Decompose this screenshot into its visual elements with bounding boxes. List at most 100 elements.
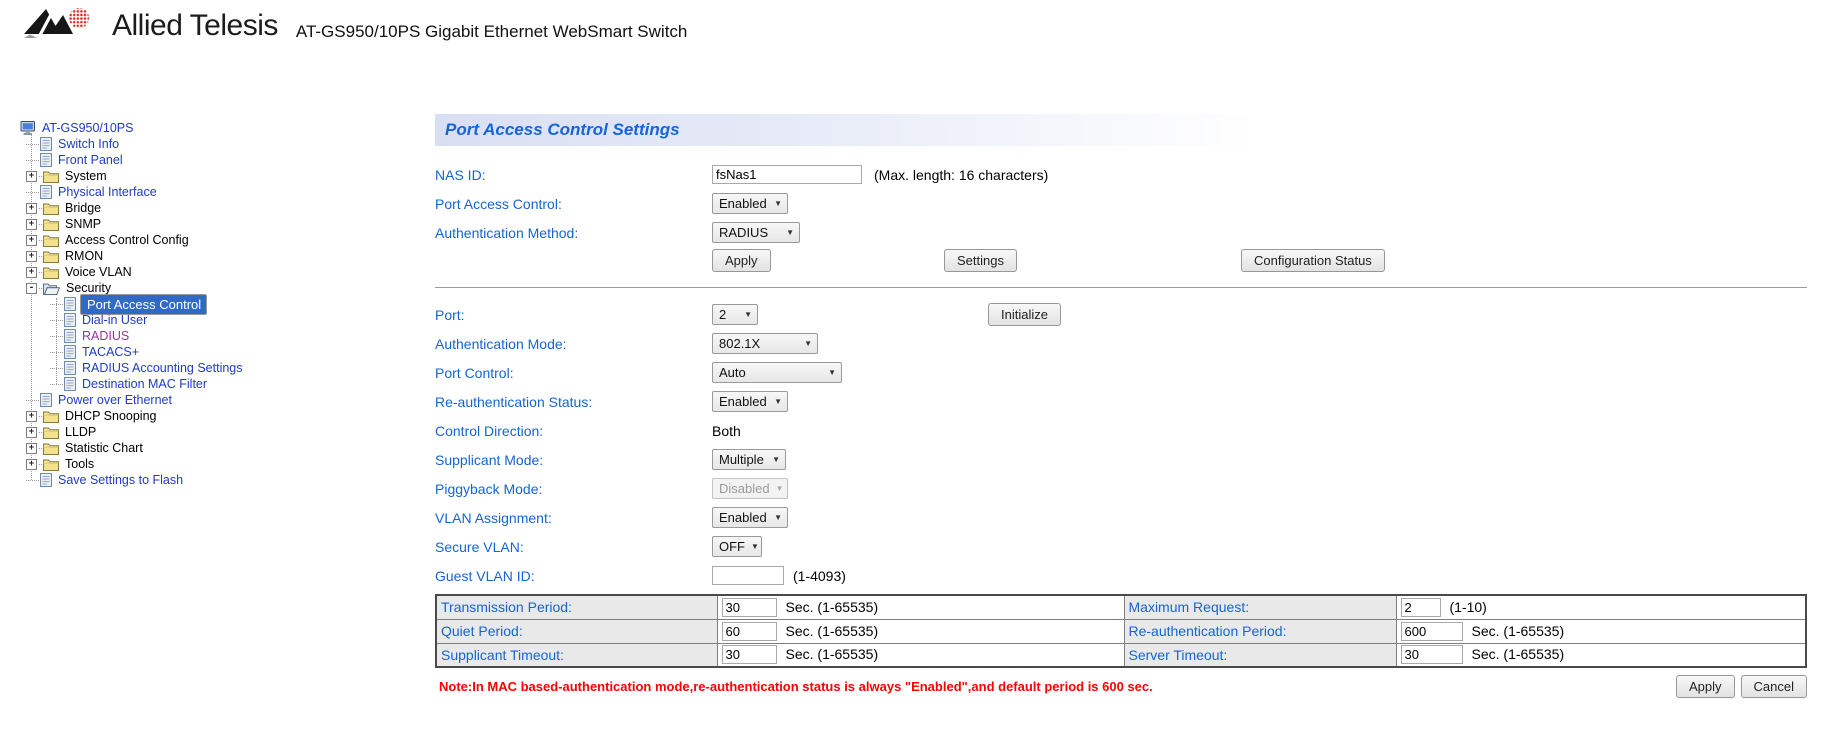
page-title: Port Access Control Settings [445,120,680,140]
supplicant-mode-select[interactable]: Multiple ▼ [712,449,786,470]
tree-item-tacacs-[interactable]: TACACS+ [80,345,141,359]
tree-item-system[interactable]: System [63,169,109,183]
page-icon [40,153,52,167]
page-title-bar: Port Access Control Settings [435,114,1807,146]
chevron-down-icon: ▼ [751,542,759,551]
tree-row: + Tools [10,456,245,472]
tree-row: Destination MAC Filter [10,376,245,392]
port-control-select[interactable]: Auto ▼ [712,362,842,383]
server-timeout-cell: Sec. (1-65535) [1396,643,1806,667]
tree-item-tools[interactable]: Tools [63,457,96,471]
footer-row: Note:In MAC based-authentication mode,re… [435,675,1807,698]
tree-item-radius-accounting-settings[interactable]: RADIUS Accounting Settings [80,361,245,375]
tree-item-destination-mac-filter[interactable]: Destination MAC Filter [80,377,209,391]
piggyback-mode-row: Piggyback Mode: Disabled ▼ [435,474,1807,503]
tree-row: + SNMP [10,216,245,232]
tree-item-radius[interactable]: RADIUS [80,329,131,343]
secure-vlan-label: Secure VLAN: [435,539,712,555]
select-value: Enabled [719,394,767,409]
nas-id-input[interactable] [712,165,862,184]
tree-row: RADIUS Accounting Settings [10,360,245,376]
tree-connector [50,304,63,305]
auth-method-select[interactable]: RADIUS ▼ [712,222,800,243]
settings-button[interactable]: Settings [944,249,1017,272]
folder-icon [43,266,59,279]
port-select[interactable]: 2 ▼ [712,304,758,325]
cancel-button[interactable]: Cancel [1741,675,1807,698]
table-row: Supplicant Timeout: Sec. (1-65535) Serve… [436,643,1806,667]
tree-item-dhcp-snooping[interactable]: DHCP Snooping [63,409,159,423]
expand-icon[interactable]: + [26,251,37,262]
tree-item-dial-in-user[interactable]: Dial-in User [80,313,149,327]
allied-telesis-logo-icon [22,6,102,45]
chevron-down-icon: ▼ [776,484,784,493]
expand-icon[interactable]: + [26,235,37,246]
initialize-button[interactable]: Initialize [988,303,1061,326]
page-icon [64,329,76,343]
control-direction-label: Control Direction: [435,423,712,439]
tree-row: Switch Info [10,136,245,152]
vlan-assignment-select[interactable]: Enabled ▼ [712,507,788,528]
tree-item-at-gs950-10ps[interactable]: AT-GS950/10PS [40,121,136,135]
quiet-period-cell: Sec. (1-65535) [717,619,1124,643]
tree-item-switch-info[interactable]: Switch Info [56,137,121,151]
apply-button[interactable]: Apply [712,249,771,272]
tree-item-save-settings-to-flash[interactable]: Save Settings to Flash [56,473,185,487]
maximum-request-input[interactable] [1401,598,1441,617]
reauth-period-hint: Sec. (1-65535) [1472,623,1565,639]
tree-item-snmp[interactable]: SNMP [63,217,103,231]
collapse-icon[interactable]: - [26,283,37,294]
folder-icon [43,458,59,471]
tree-row: + Statistic Chart [10,440,245,456]
tree-item-access-control-config[interactable]: Access Control Config [63,233,191,247]
reauth-status-select[interactable]: Enabled ▼ [712,391,788,412]
quiet-period-input[interactable] [722,622,777,641]
expand-icon[interactable]: + [26,171,37,182]
port-control-label: Port Control: [435,365,712,381]
guest-vlan-input[interactable] [712,566,784,585]
secure-vlan-select[interactable]: OFF ▼ [712,536,762,557]
reauth-period-label: Re-authentication Period: [1124,619,1396,643]
supplicant-timeout-input[interactable] [722,645,777,664]
expand-icon[interactable]: + [26,411,37,422]
page-icon [40,393,52,407]
expand-icon[interactable]: + [26,443,37,454]
tree-item-rmon[interactable]: RMON [63,249,105,263]
tree-connector [39,256,42,257]
timers-table: Transmission Period: Sec. (1-65535) Maxi… [435,594,1807,668]
select-value: RADIUS [719,225,768,240]
tree-item-front-panel[interactable]: Front Panel [56,153,125,167]
reauth-period-input[interactable] [1401,622,1463,641]
configuration-status-button[interactable]: Configuration Status [1241,249,1385,272]
expand-icon[interactable]: + [26,203,37,214]
expand-icon[interactable]: + [26,267,37,278]
server-timeout-input[interactable] [1401,645,1463,664]
tree-item-lldp[interactable]: LLDP [63,425,98,439]
header: Allied Telesis AT-GS950/10PS Gigabit Eth… [22,6,687,45]
tree-row: TACACS+ [10,344,245,360]
tree-row: + LLDP [10,424,245,440]
tree-item-voice-vlan[interactable]: Voice VLAN [63,265,134,279]
expand-icon[interactable]: + [26,219,37,230]
tree-item-bridge[interactable]: Bridge [63,201,103,215]
tree-connector [39,416,42,417]
brand-wordmark: Allied Telesis [112,9,278,43]
chevron-down-icon: ▼ [828,368,836,377]
expand-icon[interactable]: + [26,459,37,470]
apply-button-footer[interactable]: Apply [1676,675,1735,698]
transmission-period-input[interactable] [722,598,777,617]
page-icon [64,345,76,359]
tree-item-power-over-ethernet[interactable]: Power over Ethernet [56,393,174,407]
tree-connector [50,336,63,337]
tree-connector [39,176,42,177]
auth-mode-select[interactable]: 802.1X ▼ [712,333,818,354]
folder-icon [43,442,59,455]
port-access-control-select[interactable]: Enabled ▼ [712,193,788,214]
tree-row: + RMON [10,248,245,264]
tree-item-statistic-chart[interactable]: Statistic Chart [63,441,145,455]
expand-icon[interactable]: + [26,427,37,438]
tree-items: AT-GS950/10PS Switch Info Front Panel + Syst… [10,120,245,488]
tree-item-security[interactable]: Security [64,281,113,295]
port-control-row: Port Control: Auto ▼ [435,358,1807,387]
tree-item-physical-interface[interactable]: Physical Interface [56,185,159,199]
